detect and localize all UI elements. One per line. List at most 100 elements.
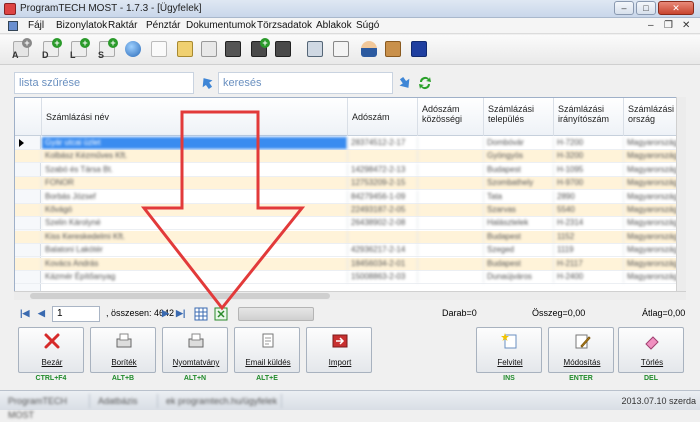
prev-page-button[interactable]: ◀ [38, 308, 45, 319]
new-document-s-button[interactable]: S + [96, 38, 118, 60]
table-cell: Kolbász Kézműves Kft. [41, 150, 347, 163]
search-down-arrow-icon[interactable] [396, 74, 414, 92]
add-record-button[interactable]: Felvitel [476, 327, 542, 373]
filter-bar: lista szűrése keresés [6, 72, 694, 94]
envelope-printer-icon [116, 333, 132, 348]
envelope-button[interactable]: Boríték [90, 327, 156, 373]
menu-ablakok[interactable]: Ablakok [316, 20, 352, 31]
menu-penztar[interactable]: Pénztár [146, 20, 180, 31]
table-row[interactable]: Szelin Károlyné 26438902-2-08 Halásztelek H… [15, 217, 685, 231]
grid-header: Számlázási név Adószám Adószám közösségi… [15, 98, 685, 136]
table-row[interactable]: Kolbász Kézműves Kft. Gyöngyös H-3200 Magya… [15, 150, 685, 164]
plus-icon: + [260, 38, 270, 48]
vertical-scrollbar[interactable] [676, 97, 686, 291]
printer-icon [188, 333, 204, 348]
maximize-button[interactable]: □ [636, 1, 656, 15]
table-row[interactable]: Borbás József 84279456-1-09 Tata 2890 Magyar… [15, 190, 685, 204]
send-email-button[interactable]: Email küldés [234, 327, 300, 373]
table-cell: Szelin Károlyné [41, 217, 347, 230]
magnifier-page-icon [333, 41, 349, 57]
close-form-button[interactable]: Bezár [18, 327, 84, 373]
table-row[interactable]: Kovács András 18456034-2-01 Budapest H-2117… [15, 257, 685, 271]
new-invoice-a-button[interactable]: A + [10, 38, 32, 60]
first-page-button[interactable]: |◀ [20, 308, 29, 319]
table-cell: H-2117 [553, 257, 623, 270]
table-row[interactable]: Kázmér Építőanyag 15008863-2-03 Dunaújváro… [15, 271, 685, 284]
globe-button[interactable] [122, 38, 144, 60]
plus-icon: + [22, 38, 32, 48]
page-number-input[interactable]: 1 [52, 306, 100, 322]
table-row[interactable]: Balatoni Lakótér 42936217-2-14 Szeged 1119 M… [15, 244, 685, 258]
table-row[interactable]: Gyár utcai üzlet 28374512-2-17 Dombóvár H-7… [15, 137, 685, 150]
new-document-l-button[interactable]: L + [68, 38, 90, 60]
menu-dokumentumok[interactable]: Dokumentumok [186, 20, 256, 31]
cash-register-button[interactable] [222, 38, 244, 60]
menu-fajl[interactable]: Fájl [28, 20, 44, 31]
column-header-eu-tax-number[interactable]: Adószám közösségi [417, 98, 483, 136]
table-cell: 26438902-2-08 [347, 217, 417, 230]
stock-in-button[interactable]: + [248, 38, 270, 60]
eu-button[interactable] [408, 38, 430, 60]
print-form-shortcut: ALT+N [183, 375, 207, 382]
package-icon [385, 41, 401, 57]
column-header-city[interactable]: Számlázási település [483, 98, 553, 136]
import-button[interactable]: Import [306, 327, 372, 373]
table-row[interactable]: Kővágó 22493187-2-05 Szarvas 5540 Magyarorsz… [15, 204, 685, 217]
print-form-button[interactable]: Nyomtatvány [162, 327, 228, 373]
envelope-shortcut: ALT+B [111, 375, 135, 382]
menu-bizonylatok[interactable]: Bizonylatok [56, 20, 107, 31]
grid-settings-icon[interactable] [194, 307, 208, 321]
scroll-thumb[interactable] [30, 293, 330, 299]
table-cell: H-1095 [553, 163, 623, 176]
table-cell: Szombathely [483, 177, 553, 190]
pager: |◀ ◀ 1 , összesen: 4642 ▶ ▶| Darab=0 Öss… [14, 305, 686, 323]
column-header-tax-number[interactable]: Adószám [347, 98, 417, 136]
refresh-icon[interactable] [416, 74, 434, 92]
mdi-close-button[interactable]: ✕ [682, 20, 690, 31]
window-button[interactable] [198, 38, 220, 60]
excel-export-icon[interactable] [214, 307, 228, 321]
stock-out-button[interactable] [272, 38, 294, 60]
customer-grid[interactable]: Számlázási név Adószám Adószám közösségi… [14, 97, 686, 300]
table-cell: Kovács András [41, 257, 347, 270]
blank-document-button[interactable] [148, 38, 170, 60]
scanner-button[interactable] [304, 38, 326, 60]
mdi-window-icon[interactable] [8, 21, 18, 31]
envelope-label: Boríték [111, 358, 137, 367]
column-header-name[interactable]: Számlázási név [41, 98, 347, 136]
column-header-zip[interactable]: Számlázási irányítószám [553, 98, 623, 136]
next-page-button[interactable]: ▶ [162, 308, 169, 319]
import-button-toolbar[interactable] [174, 38, 196, 60]
mdi-restore-button[interactable]: ❐ [664, 20, 673, 31]
package-button[interactable] [382, 38, 404, 60]
mdi-minimize-button[interactable]: – [648, 20, 654, 31]
table-cell [417, 244, 483, 257]
close-button[interactable]: ✕ [658, 1, 694, 15]
table-cell: Kiss Kereskedelmi Kft. [41, 230, 347, 243]
list-filter-input[interactable]: lista szűrése [14, 72, 194, 94]
table-cell: 1152 [553, 230, 623, 243]
table-cell: Kázmér Építőanyag [41, 271, 347, 283]
user-button[interactable] [358, 38, 380, 60]
status-path: ek programtech.hu/ügyfelek [162, 394, 282, 408]
search-input[interactable]: keresés [218, 72, 393, 94]
last-page-button[interactable]: ▶| [176, 308, 185, 319]
delete-record-button[interactable]: Törlés [618, 327, 684, 373]
horizontal-scrollbar[interactable] [14, 291, 686, 300]
table-row[interactable]: Kiss Kereskedelmi Kft. Budapest 1152 Magyar… [15, 230, 685, 244]
menu-sugo[interactable]: Súgó [356, 20, 379, 31]
close-form-label: Bezár [41, 358, 63, 367]
plus-icon: + [80, 38, 90, 48]
menu-raktar[interactable]: Raktár [108, 20, 137, 31]
preview-button[interactable] [330, 38, 352, 60]
current-row-marker-icon [19, 139, 24, 147]
minimize-button[interactable]: – [614, 1, 634, 15]
new-document-d-button[interactable]: D + [40, 38, 62, 60]
table-cell [417, 257, 483, 270]
menu-torzsadatok[interactable]: Törzsadatok [257, 20, 312, 31]
progress-bar [238, 307, 314, 321]
table-row[interactable]: Szabó és Társa Bt. 14298472-2-13 Budapest H… [15, 163, 685, 177]
search-up-arrow-icon[interactable] [198, 74, 216, 92]
edit-record-button[interactable]: Módosítás [548, 327, 614, 373]
table-row[interactable]: FONOR 12753209-2-15 Szombathely H-9700 Magya… [15, 177, 685, 191]
